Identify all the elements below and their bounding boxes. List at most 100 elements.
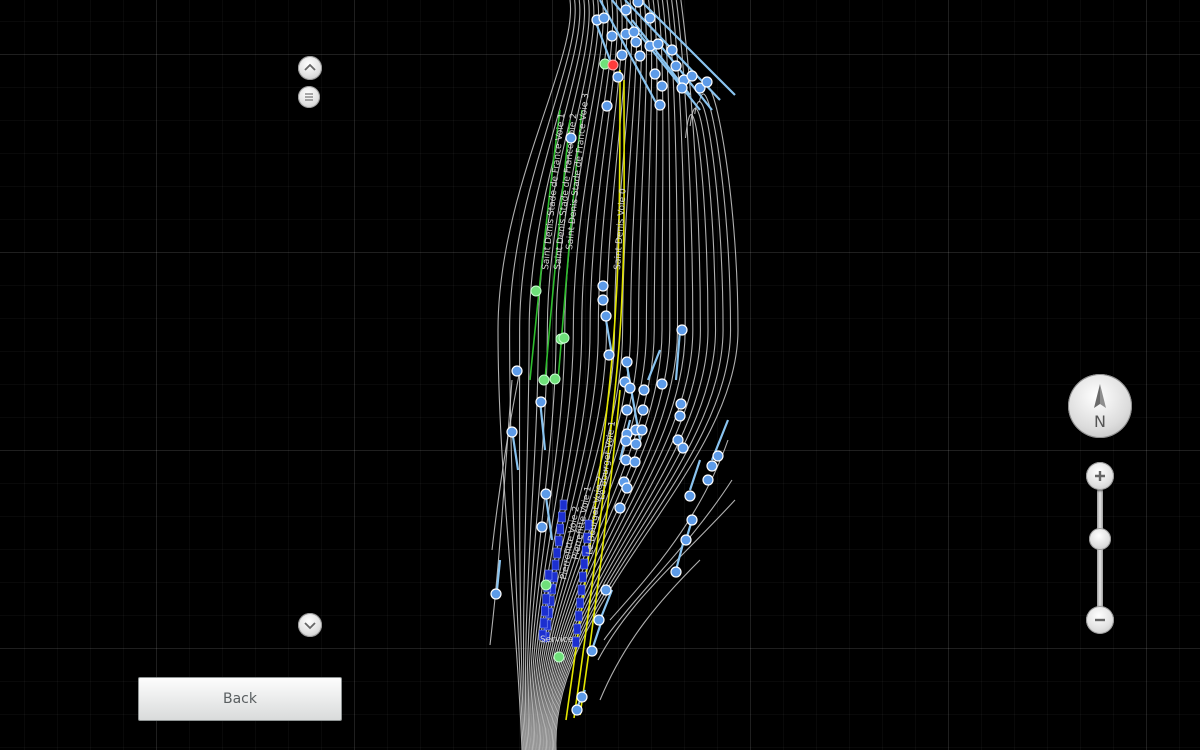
track-node	[620, 454, 632, 466]
back-button[interactable]: Back	[138, 677, 342, 721]
track-node	[597, 294, 609, 306]
track-branch	[597, 499, 736, 661]
track-node	[620, 4, 632, 16]
zoom-in-button[interactable]	[1086, 462, 1114, 490]
zoom-out-button[interactable]	[1086, 606, 1114, 634]
track-node	[616, 49, 628, 61]
track-node	[656, 80, 668, 92]
compass-button[interactable]: N	[1068, 374, 1132, 438]
track-node	[598, 12, 610, 24]
track-node	[674, 410, 686, 422]
signal-node-green	[549, 373, 561, 385]
track-node	[712, 450, 724, 462]
track-node	[706, 460, 718, 472]
track-node	[506, 426, 518, 438]
track-node	[649, 68, 661, 80]
track-node	[644, 12, 656, 24]
train-car	[542, 593, 550, 605]
track-map[interactable]: Saint Denis Stade de France Voie 1Saint …	[0, 0, 1200, 750]
signal-node-green	[530, 285, 542, 297]
signal-node-green	[558, 332, 570, 344]
track-node	[680, 534, 692, 546]
scroll-thumb-button[interactable]	[298, 86, 320, 108]
signal-node-green	[553, 651, 565, 663]
train-car	[573, 623, 582, 635]
track-node	[670, 566, 682, 578]
track-node	[686, 70, 698, 82]
track-node	[656, 378, 668, 390]
train-car	[553, 547, 561, 559]
plus-icon	[1095, 471, 1105, 481]
train-car	[544, 569, 553, 581]
minus-icon	[1095, 618, 1105, 622]
track-node	[620, 435, 632, 447]
track-node	[630, 36, 642, 48]
scroll-up-button[interactable]	[298, 56, 322, 80]
menu-lines-icon	[305, 93, 313, 101]
track-node	[571, 704, 583, 716]
switch-segment	[674, 329, 682, 381]
track-node	[565, 132, 577, 144]
track-node	[632, 0, 644, 8]
back-button-label: Back	[223, 691, 257, 707]
track-node	[636, 424, 648, 436]
track-branch	[489, 379, 513, 646]
track-node	[586, 645, 598, 657]
zoom-slider-thumb[interactable]	[1089, 528, 1111, 550]
signal-node-red	[607, 59, 619, 71]
track-node	[677, 442, 689, 454]
track-node	[628, 26, 640, 38]
track-node	[701, 76, 713, 88]
track-node	[540, 488, 552, 500]
track-node	[600, 584, 612, 596]
track-node	[621, 356, 633, 368]
track-node	[606, 30, 618, 42]
signal-node-green	[540, 579, 552, 591]
track-node	[652, 38, 664, 50]
track-node	[654, 99, 666, 111]
track-node	[536, 521, 548, 533]
track-node	[666, 44, 678, 56]
train-car	[539, 617, 548, 629]
train-car	[576, 597, 584, 609]
train-car	[577, 584, 586, 596]
train-car	[579, 571, 587, 583]
track-node	[637, 404, 649, 416]
track-node	[593, 614, 605, 626]
train-car	[572, 636, 580, 648]
signal-node-green	[538, 374, 550, 386]
compass-label: N	[1094, 412, 1106, 431]
train-car	[574, 610, 583, 622]
track-node	[603, 349, 615, 361]
train-car	[551, 559, 560, 571]
track-node	[621, 482, 633, 494]
track-node	[630, 438, 642, 450]
track-node	[624, 382, 636, 394]
track-node	[576, 691, 588, 703]
chevron-down-icon	[304, 622, 316, 630]
train-car	[556, 523, 565, 535]
track-node	[675, 398, 687, 410]
train-car	[580, 558, 589, 570]
chevron-up-icon	[304, 63, 316, 71]
track-node	[612, 71, 624, 83]
track-node	[676, 82, 688, 94]
track-node	[597, 280, 609, 292]
track-node	[490, 588, 502, 600]
track-node	[511, 365, 523, 377]
track-node	[676, 324, 688, 336]
track-node	[638, 384, 650, 396]
track-node	[601, 100, 613, 112]
scroll-down-button[interactable]	[298, 613, 322, 637]
track-node	[684, 490, 696, 502]
track-node	[621, 404, 633, 416]
track-node	[702, 474, 714, 486]
track-node	[670, 60, 682, 72]
train-car	[558, 511, 566, 523]
track-node	[535, 396, 547, 408]
track-node	[614, 502, 626, 514]
track-label: Service	[540, 635, 574, 645]
track-node	[634, 50, 646, 62]
track-node	[629, 456, 641, 468]
track-label: Saint Denis Voie 0	[613, 188, 629, 270]
